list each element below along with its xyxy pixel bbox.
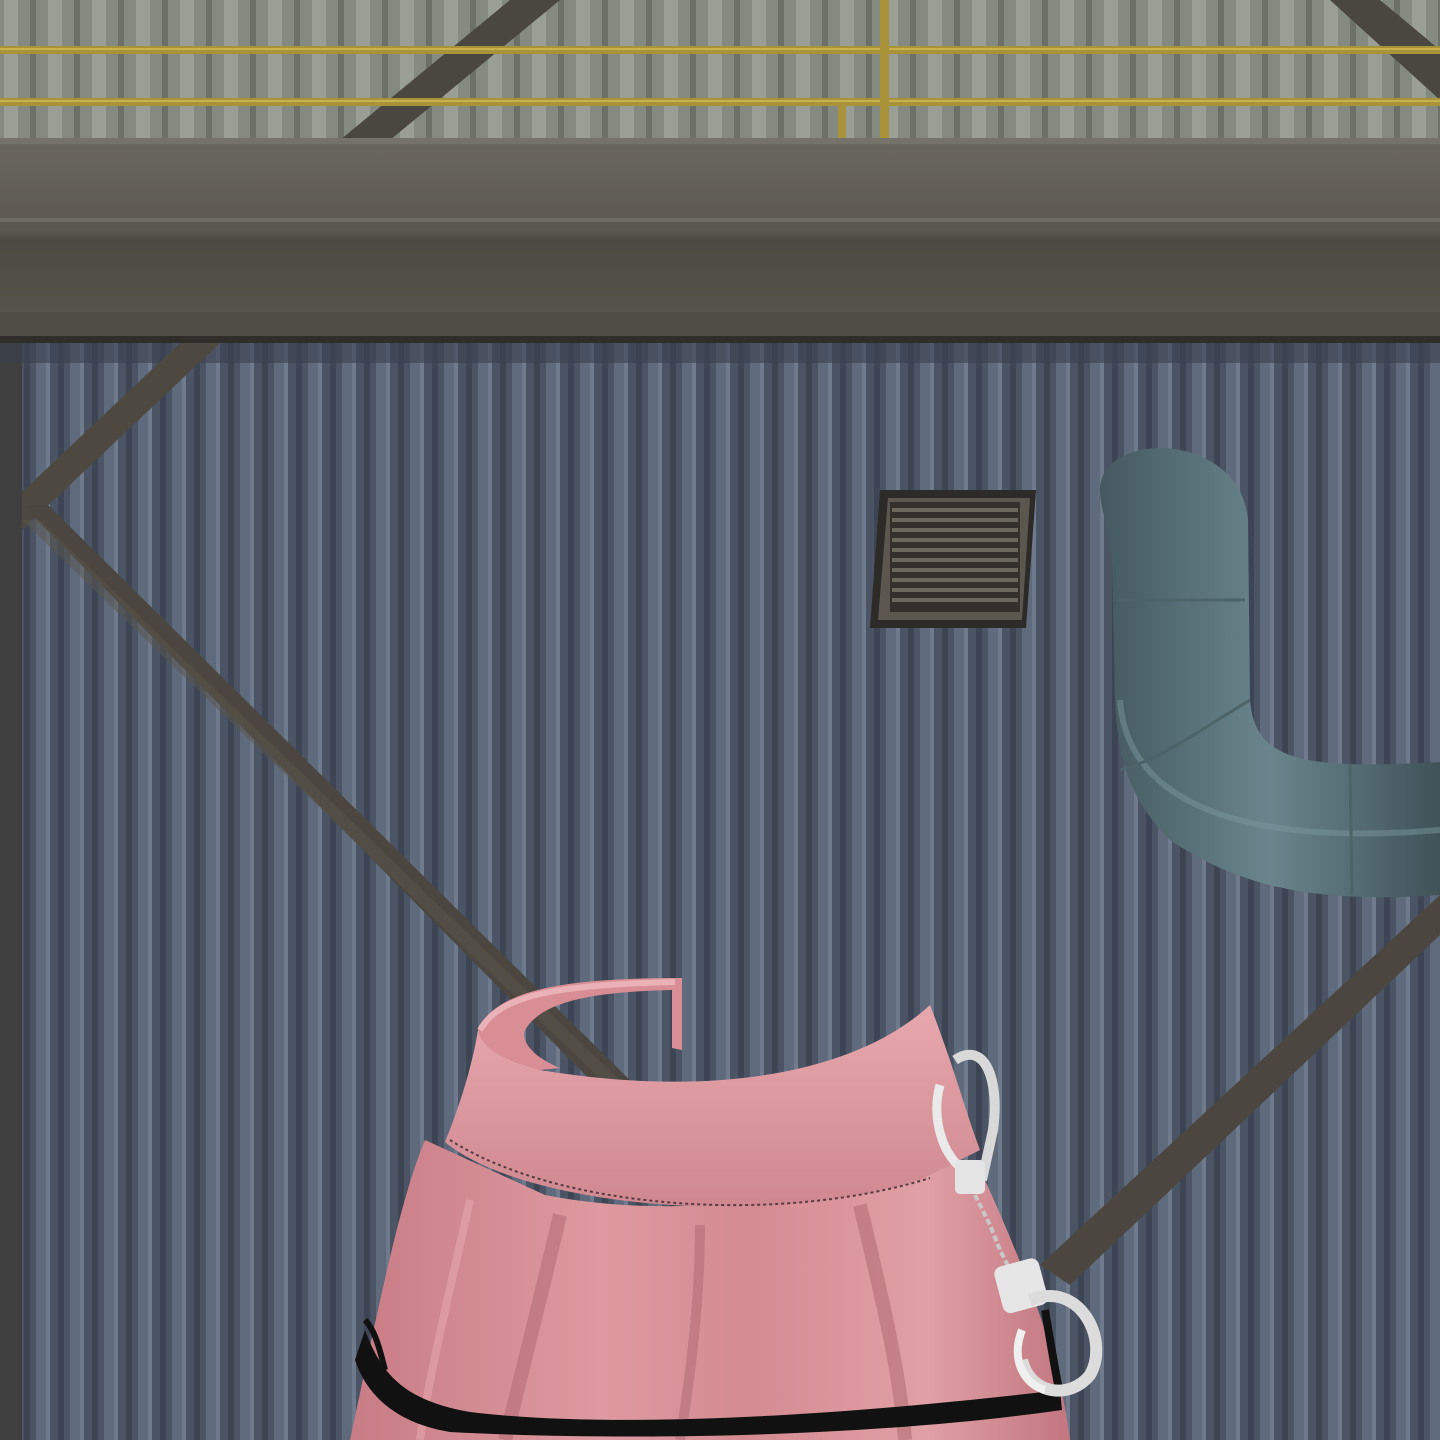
scene-canvas: [0, 0, 1440, 1440]
vent-grille-icon: [870, 490, 1036, 628]
upper-wall: [0, 0, 1440, 140]
concrete-beam: [0, 138, 1440, 343]
game-scene: [0, 0, 1440, 1440]
